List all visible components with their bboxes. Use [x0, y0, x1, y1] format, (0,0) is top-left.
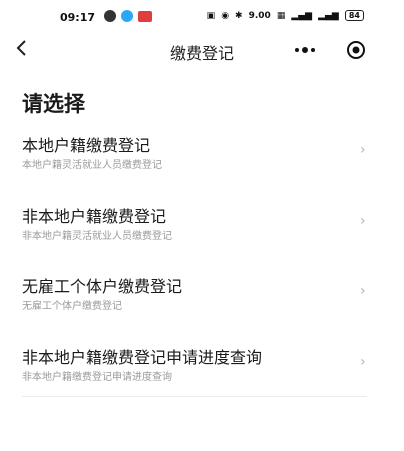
item-subtitle: 无雇工个体户缴费登记 [22, 301, 122, 312]
target-icon [347, 41, 365, 59]
navigation-bar: 缴费登记 [0, 36, 404, 64]
item-label: 无雇工个体户缴费登记 [22, 277, 183, 296]
chevron-right-icon: › [360, 354, 366, 370]
dot-icon [311, 48, 315, 52]
status-time: 09:17 [60, 11, 96, 24]
chevron-right-icon: › [360, 142, 366, 158]
status-right: ▣ ◉ ✱ 9.00 ▦ ▂▄▆ ▂▄▆ 84 [207, 10, 364, 21]
choose-heading: 请选择 [22, 92, 85, 116]
item-label: 本地户籍缴费登记 [22, 136, 151, 155]
page-title: 缴费登记 [169, 44, 234, 63]
item-label: 非本地户籍缴费登记 [22, 207, 167, 226]
more-menu-button[interactable] [287, 39, 323, 61]
item-label: 非本地户籍缴费登记申请进度查询 [22, 348, 263, 367]
item-subtitle: 非本地户籍灵活就业人员缴费登记 [22, 231, 172, 242]
bluetooth-icon: ✱ [235, 10, 243, 21]
chevron-right-icon: › [360, 283, 366, 299]
list-item-selfemployed-registration[interactable]: 无雇工个体户缴费登记 无雇工个体户缴费登记 › [0, 273, 404, 323]
divider [22, 396, 367, 397]
list-item-local-registration[interactable]: 本地户籍缴费登记 本地户籍灵活就业人员缴费登记 › [0, 132, 404, 182]
chevron-right-icon: › [360, 213, 366, 229]
list-item-nonlocal-registration[interactable]: 非本地户籍缴费登记 非本地户籍灵活就业人员缴费登记 › [0, 203, 404, 253]
list-item-progress-query[interactable]: 非本地户籍缴费登记申请进度查询 非本地户籍缴费登记申请进度查询 › [0, 344, 404, 394]
signal-2-icon: ▂▄▆ [318, 10, 339, 21]
item-subtitle: 非本地户籍缴费登记申请进度查询 [22, 372, 172, 383]
wechat-icon [104, 10, 116, 22]
item-subtitle: 本地户籍灵活就业人员缴费登记 [22, 160, 162, 171]
wifi-icon: ▦ [276, 10, 286, 21]
status-bar: 09:17 ▣ ◉ ✱ 9.00 ▦ ▂▄▆ ▂▄▆ 84 [0, 0, 404, 36]
battery-indicator: 84 [344, 10, 364, 21]
dot-icon [302, 47, 308, 53]
notification-icons [104, 10, 152, 22]
close-miniprogram-button[interactable] [346, 40, 366, 60]
signal-1-icon: ▂▄▆ [291, 10, 313, 21]
qq-icon [121, 10, 133, 22]
nfc-icon: ▣ [206, 10, 216, 21]
app-notification-icon [138, 10, 152, 22]
network-speed: 9.00 [248, 10, 271, 21]
alarm-icon: ◉ [221, 10, 230, 21]
dot-icon [295, 48, 299, 52]
